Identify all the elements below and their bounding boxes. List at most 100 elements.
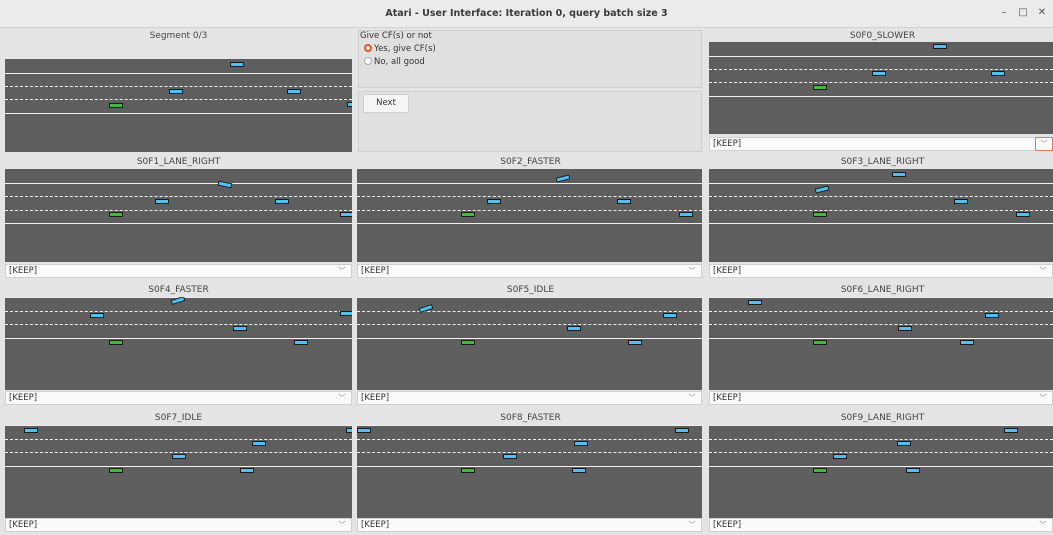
cf-cell-6: S0F6_LANE_RIGHT [KEEP] ﹀	[709, 283, 1053, 407]
vehicle-car	[294, 340, 308, 345]
chevron-down-icon: ﹀	[338, 394, 346, 402]
cf-road	[5, 297, 352, 390]
minimize-icon[interactable]: –	[997, 6, 1011, 20]
vehicle-car	[233, 326, 247, 331]
cf-group-title: Give CF(s) or not	[360, 31, 432, 41]
vehicle-car	[663, 313, 677, 318]
radio-no-cf[interactable]: No, all good	[364, 57, 425, 67]
next-button[interactable]: Next	[363, 94, 409, 113]
cf-select-value: [KEEP]	[361, 393, 390, 403]
cf-road	[709, 297, 1053, 390]
vehicle-car	[898, 326, 912, 331]
vehicle-car	[748, 300, 762, 305]
cf-select[interactable]: [KEEP] ﹀	[5, 264, 352, 278]
vehicle-car	[954, 199, 968, 204]
cf-label: S0F2_FASTER	[500, 157, 561, 167]
cf-road	[357, 297, 702, 390]
radio-checked-icon	[364, 44, 372, 52]
vehicle-car	[1004, 428, 1018, 433]
vehicle-car	[906, 468, 920, 473]
window-titlebar: Atari - User Interface: Iteration 0, que…	[0, 0, 1053, 28]
vehicle-car	[897, 441, 911, 446]
ego-car	[461, 468, 475, 473]
cf-select-value: [KEEP]	[361, 520, 390, 530]
cf-select-value: [KEEP]	[713, 520, 742, 530]
close-icon[interactable]: ✕	[1035, 6, 1049, 20]
cf-select[interactable]: [KEEP] ﹀	[709, 518, 1053, 532]
vehicle-car	[814, 185, 830, 194]
vehicle-car	[960, 340, 974, 345]
cf-group: Give CF(s) or not Yes, give CF(s) No, al…	[358, 30, 702, 88]
chevron-down-icon: ﹀	[688, 267, 696, 275]
cf-select-value: [KEEP]	[713, 139, 742, 149]
cf-select[interactable]: [KEEP] ﹀	[357, 391, 702, 405]
vehicle-car	[567, 326, 581, 331]
maximize-icon[interactable]: □	[1016, 6, 1030, 20]
cf-select[interactable]: [KEEP] ﹀	[357, 264, 702, 278]
chevron-down-icon: ﹀	[338, 521, 346, 529]
ego-car	[813, 468, 827, 473]
vehicle-car	[346, 428, 352, 433]
vehicle-car	[574, 441, 588, 446]
cf-label: S0F1_LANE_RIGHT	[136, 157, 221, 167]
vehicle-car	[287, 89, 301, 94]
segment-label: Segment 0/3	[149, 31, 208, 41]
cf-road	[357, 169, 702, 262]
vehicle-car	[252, 441, 266, 446]
chevron-down-icon: ﹀	[1039, 394, 1047, 402]
segment-view: Segment 0/3	[5, 27, 352, 153]
cf-select[interactable]: [KEEP] ﹀	[5, 391, 352, 405]
ego-car	[813, 212, 827, 217]
cf-select-value: [KEEP]	[9, 520, 38, 530]
cf-select[interactable]: [KEEP] ﹀	[357, 518, 702, 532]
vehicle-car	[555, 174, 571, 183]
ego-car	[109, 103, 123, 108]
vehicle-car	[275, 199, 289, 204]
vehicle-car	[487, 199, 501, 204]
cf-cell-7: S0F7_IDLE [KEEP] ﹀	[5, 411, 352, 535]
cf-cell-2: S0F2_FASTER [KEEP] ﹀	[357, 155, 704, 279]
cf-road	[357, 425, 702, 518]
cf-label: S0F3_LANE_RIGHT	[840, 157, 925, 167]
ego-car	[109, 468, 123, 473]
radio-yes-label: Yes, give CF(s)	[374, 44, 436, 54]
vehicle-car	[933, 44, 947, 49]
cf-select-value: [KEEP]	[713, 266, 742, 276]
vehicle-car	[240, 468, 254, 473]
cf-road	[709, 425, 1053, 518]
ego-car	[813, 340, 827, 345]
cf-road	[709, 169, 1053, 262]
ego-car	[461, 340, 475, 345]
cf-select-value: [KEEP]	[9, 266, 38, 276]
cf-cell-3: S0F3_LANE_RIGHT [KEEP] ﹀	[709, 155, 1053, 279]
vehicle-car	[169, 89, 183, 94]
vehicle-car	[985, 313, 999, 318]
chevron-down-icon: ﹀	[688, 394, 696, 402]
vehicle-car	[217, 180, 233, 189]
cf-cell-5: S0F5_IDLE [KEEP] ﹀	[357, 283, 704, 407]
chevron-down-icon: ﹀	[688, 521, 696, 529]
cf-select[interactable]: [KEEP] ﹀	[709, 264, 1053, 278]
cf-select[interactable]: [KEEP] ﹀	[709, 391, 1053, 405]
radio-yes-cf[interactable]: Yes, give CF(s)	[364, 44, 436, 54]
cf-cell-8: S0F8_FASTER [KEEP] ﹀	[357, 411, 704, 535]
vehicle-car	[679, 212, 693, 217]
cf-road	[709, 42, 1053, 134]
cf-label: S0F4_FASTER	[148, 285, 209, 295]
vehicle-car	[503, 454, 517, 459]
radio-unchecked-icon	[364, 57, 372, 65]
cf-label: S0F5_IDLE	[506, 285, 555, 295]
vehicle-car	[1016, 212, 1030, 217]
cf-cell-4: S0F4_FASTER [KEEP] ﹀	[5, 283, 352, 407]
vehicle-car	[24, 428, 38, 433]
vehicle-car	[892, 172, 906, 177]
chevron-down-icon: ﹀	[1039, 521, 1047, 529]
ego-car	[109, 340, 123, 345]
cf-select[interactable]: [KEEP] ﹀	[709, 137, 1053, 151]
ego-car	[813, 85, 827, 90]
chevron-down-icon: ﹀	[1035, 137, 1053, 151]
cf-label: S0F6_LANE_RIGHT	[840, 285, 925, 295]
vehicle-car	[628, 340, 642, 345]
cf-road	[5, 169, 352, 262]
cf-select[interactable]: [KEEP] ﹀	[5, 518, 352, 532]
